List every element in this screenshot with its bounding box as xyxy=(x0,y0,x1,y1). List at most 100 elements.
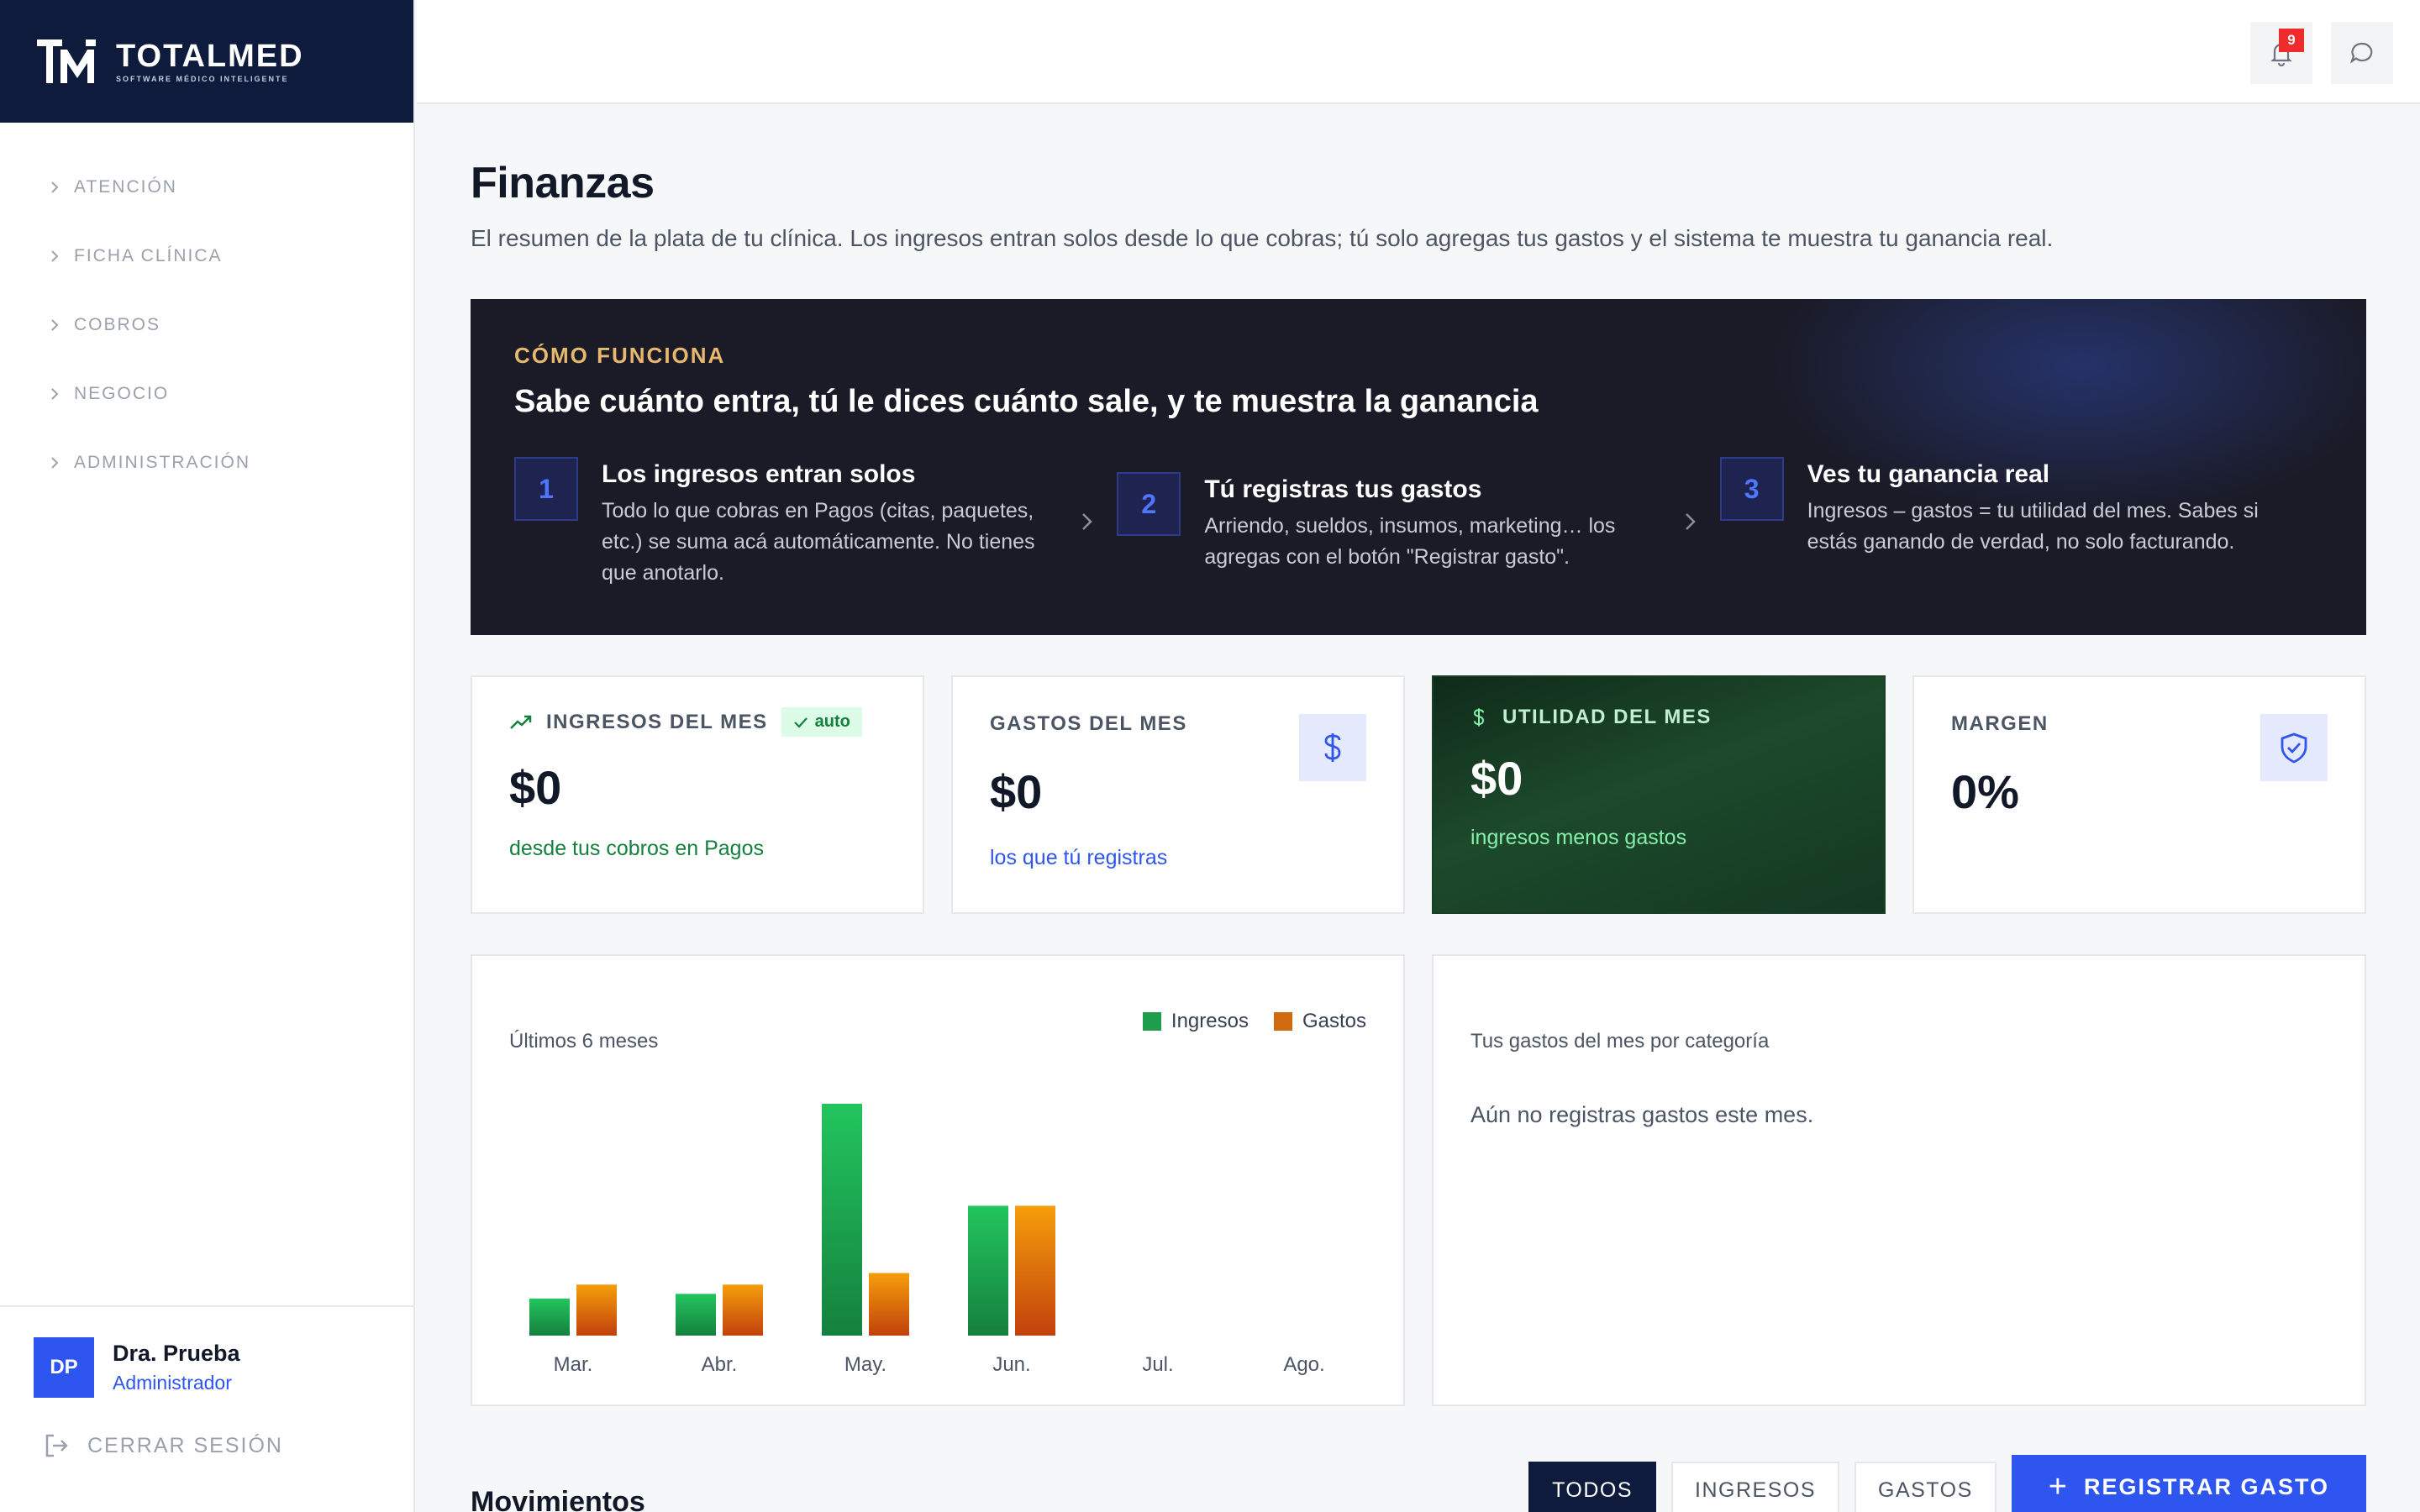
sidebar: TOTALMED SOFTWARE MÉDICO INTELIGENTE ATE… xyxy=(0,0,415,1512)
x-tick-label: Ago. xyxy=(1283,1353,1324,1376)
chevron-right-icon xyxy=(51,457,59,469)
brand-header: TOTALMED SOFTWARE MÉDICO INTELIGENTE xyxy=(0,0,413,123)
step-number: 1 xyxy=(514,457,578,521)
top-bar: 9 xyxy=(417,0,2420,104)
how-it-works-title: Sabe cuánto entra, tú le dices cuánto sa… xyxy=(514,384,1539,419)
step-3: 3 Ves tu ganancia real Ingresos – gastos… xyxy=(1719,457,2323,589)
auto-badge: auto xyxy=(781,707,862,737)
page-title: Finanzas xyxy=(471,159,655,207)
chevron-right-icon xyxy=(1082,513,1093,530)
movements-title: Movimientos xyxy=(471,1486,645,1512)
bar-gastos-2 xyxy=(869,1273,909,1336)
register-expense-button[interactable]: + REGISTRAR GASTO xyxy=(2011,1455,2366,1512)
auto-badge-label: auto xyxy=(814,712,850,731)
dollar-icon xyxy=(1473,708,1485,727)
filter-todos-button[interactable]: TODOS xyxy=(1528,1462,1657,1512)
x-tick-label: May. xyxy=(844,1353,886,1376)
legend-label: Ingresos xyxy=(1171,1010,1249,1032)
trending-up-icon xyxy=(510,715,532,729)
step-number: 3 xyxy=(1719,457,1784,521)
notifications-button[interactable]: 9 xyxy=(2250,22,2312,84)
user-name: Dra. Prueba xyxy=(113,1341,240,1366)
step-text: Arriendo, sueldos, insumos, marketing… l… xyxy=(1204,514,1616,569)
step-1: 1 Los ingresos entran solos Todo lo que … xyxy=(514,457,1117,589)
x-tick-label: Jun. xyxy=(992,1353,1030,1376)
step-title: Los ingresos entran solos xyxy=(602,460,916,488)
page-description: El resumen de la plata de tu clínica. Lo… xyxy=(471,225,2054,251)
legend-swatch xyxy=(1142,1012,1161,1031)
margin-card: MARGEN 0% xyxy=(1912,675,2366,914)
chevron-right-icon xyxy=(51,388,59,400)
step-title: Tú registras tus gastos xyxy=(1204,475,1482,503)
sidebar-item-label: NEGOCIO xyxy=(74,384,170,403)
income-label: INGRESOS DEL MES xyxy=(546,710,768,733)
sidebar-item-label: COBROS xyxy=(74,315,161,334)
bar-ingresos-1 xyxy=(676,1294,716,1336)
avatar: DP xyxy=(34,1337,94,1398)
monthly-bar-chart: Mar. Abr. May. Jun. Jul. Ago. xyxy=(529,1104,1325,1376)
chart-legend: Ingresos Gastos xyxy=(1118,1010,1366,1033)
sidebar-item-ficha-clinica[interactable]: FICHA CLÍNICA xyxy=(0,222,413,291)
sidebar-item-label: ADMINISTRACIÓN xyxy=(74,453,251,472)
sidebar-nav: ATENCIÓN FICHA CLÍNICA COBROS NEGOCIO AD… xyxy=(0,123,413,497)
shield-check-icon xyxy=(2260,714,2328,781)
expenses-card: GASTOS DEL MES $0 los que tú registras xyxy=(951,675,1405,914)
register-expense-label: REGISTRAR GASTO xyxy=(2083,1473,2329,1499)
sidebar-item-negocio[interactable]: NEGOCIO xyxy=(0,360,413,428)
income-value: $0 xyxy=(509,761,562,814)
user-role: Administrador xyxy=(113,1372,232,1394)
income-sub: desde tus cobros en Pagos xyxy=(509,837,764,860)
chevron-right-icon xyxy=(51,319,59,331)
legend-label: Gastos xyxy=(1302,1010,1366,1032)
bar-ingresos-3 xyxy=(968,1205,1008,1336)
filter-gastos-button[interactable]: GASTOS xyxy=(1854,1462,1996,1512)
logout-label: CERRAR SESIÓN xyxy=(87,1433,283,1457)
how-it-works-eyebrow: CÓMO FUNCIONA xyxy=(514,343,726,368)
sidebar-item-cobros[interactable]: COBROS xyxy=(0,291,413,360)
chevron-right-icon xyxy=(51,250,59,262)
main-content: Finanzas El resumen de la plata de tu cl… xyxy=(471,104,2366,1512)
category-expenses-panel: Tus gastos del mes por categoría Aún no … xyxy=(1432,954,2366,1406)
legend-swatch xyxy=(1273,1012,1292,1031)
user-panel: DP Dra. Prueba Administrador CERRAR SESI… xyxy=(0,1305,413,1512)
legend-item-gastos: Gastos xyxy=(1273,1010,1366,1033)
steps-list: 1 Los ingresos entran solos Todo lo que … xyxy=(514,457,2323,589)
step-number: 2 xyxy=(1117,472,1181,536)
step-2: 2 Tú registras tus gastos Arriendo, suel… xyxy=(1117,472,1719,589)
x-tick-label: Jul. xyxy=(1142,1353,1173,1376)
monthly-chart-panel: Últimos 6 meses Ingresos Gastos Mar. Abr… xyxy=(471,954,1405,1406)
profit-card: UTILIDAD DEL MES $0 ingresos menos gasto… xyxy=(1432,675,1886,914)
check-icon xyxy=(793,717,808,728)
x-tick-label: Abr. xyxy=(702,1353,738,1376)
step-text: Todo lo que cobras en Pagos (citas, paqu… xyxy=(602,499,1035,585)
chat-bubble-icon xyxy=(2349,42,2373,64)
legend-item-ingresos: Ingresos xyxy=(1142,1010,1249,1033)
sidebar-item-administracion[interactable]: ADMINISTRACIÓN xyxy=(0,428,413,497)
category-panel-title: Tus gastos del mes por categoría xyxy=(1470,1030,1770,1053)
profit-label: UTILIDAD DEL MES xyxy=(1502,706,1712,728)
x-tick-label: Mar. xyxy=(554,1353,593,1376)
brand-tagline: SOFTWARE MÉDICO INTELIGENTE xyxy=(116,75,289,83)
user-profile[interactable]: DP Dra. Prueba Administrador xyxy=(34,1337,380,1398)
filter-ingresos-button[interactable]: INGRESOS xyxy=(1671,1462,1840,1512)
dollar-icon xyxy=(1299,714,1366,781)
notification-badge: 9 xyxy=(2279,29,2304,52)
profit-sub: ingresos menos gastos xyxy=(1470,826,1687,849)
brand-name: TOTALMED xyxy=(116,39,304,74)
plus-icon: + xyxy=(2048,1469,2069,1504)
step-text: Ingresos – gastos = tu utilidad del mes.… xyxy=(1807,499,2259,554)
sidebar-item-atencion[interactable]: ATENCIÓN xyxy=(0,153,413,222)
bar-gastos-0 xyxy=(576,1284,617,1336)
bar-ingresos-0 xyxy=(529,1298,570,1336)
charts-row: Últimos 6 meses Ingresos Gastos Mar. Abr… xyxy=(471,954,2366,1406)
logout-button[interactable]: CERRAR SESIÓN xyxy=(34,1431,380,1460)
movements-header: Movimientos TODOS INGRESOS GASTOS + REGI… xyxy=(471,1455,2366,1512)
chart-panel-title: Últimos 6 meses xyxy=(509,1030,659,1053)
empty-state-message: Aún no registras gastos este mes. xyxy=(1470,1102,1814,1127)
how-it-works-banner: CÓMO FUNCIONA Sabe cuánto entra, tú le d… xyxy=(471,299,2366,635)
bar-gastos-1 xyxy=(723,1284,763,1336)
income-card: INGRESOS DEL MES auto $0 desde tus cobro… xyxy=(471,675,924,914)
chevron-right-icon xyxy=(51,181,59,193)
bar-gastos-3 xyxy=(1015,1205,1055,1336)
messages-button[interactable] xyxy=(2331,22,2393,84)
